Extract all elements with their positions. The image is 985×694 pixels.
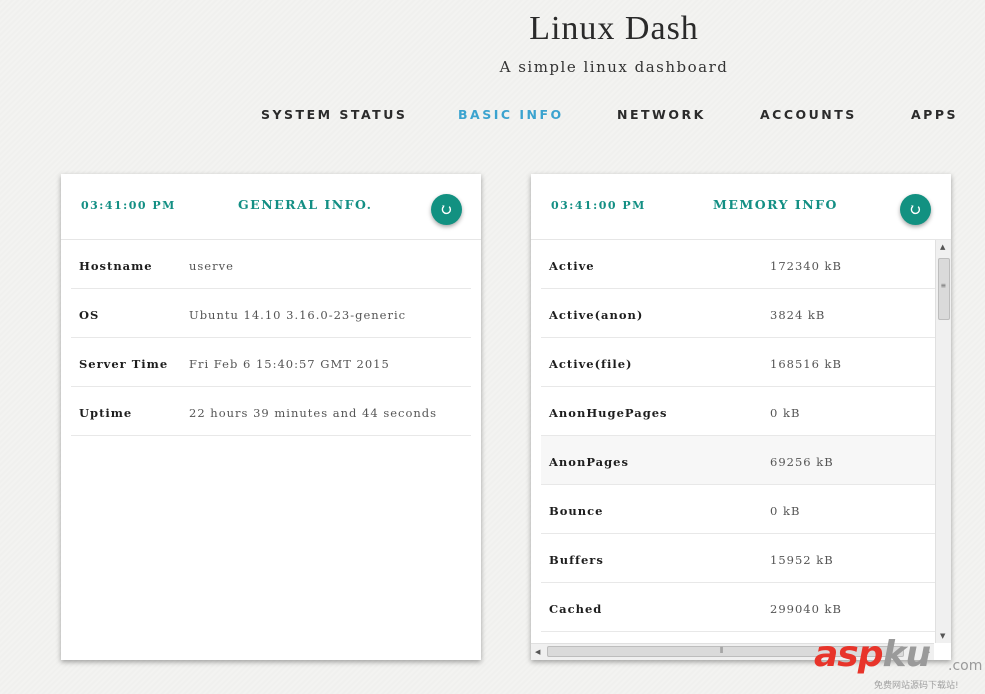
row-value: 299040 kB: [770, 602, 842, 616]
memory-info-time: 03:41:00 PM: [551, 199, 646, 212]
row-key: Buffers: [549, 553, 604, 567]
nav-network[interactable]: NETWORK: [617, 107, 706, 122]
row-key: Bounce: [549, 504, 604, 518]
row-key: Cached: [549, 602, 603, 616]
nav-basic-info[interactable]: BASIC INFO: [458, 107, 564, 122]
row-key: Uptime: [79, 406, 133, 420]
nav-system-status[interactable]: SYSTEM STATUS: [261, 107, 407, 122]
table-row: OS Ubuntu 14.10 3.16.0-23-generic: [71, 289, 471, 338]
row-key: Active(file): [549, 357, 633, 371]
table-row: Server Time Fri Feb 6 15:40:57 GMT 2015: [71, 338, 471, 387]
refresh-icon: [441, 205, 452, 215]
general-info-time: 03:41:00 PM: [81, 199, 176, 212]
row-key: Hostname: [79, 259, 153, 273]
memory-info-header: 03:41:00 PM MEMORY INFO: [531, 174, 951, 240]
table-row: Hostname userve: [71, 240, 471, 289]
refresh-icon: [910, 205, 921, 215]
row-value: 0 kB: [770, 406, 801, 420]
app-title: Linux Dash: [529, 10, 699, 47]
vertical-scrollbar[interactable]: ▲ ≡ ▼: [935, 240, 951, 643]
general-info-title: GENERAL INFO.: [238, 197, 373, 212]
watermark-tld: .com: [948, 658, 983, 674]
row-value: 0 kB: [770, 504, 801, 518]
row-key: OS: [79, 308, 100, 322]
general-info-card: 03:41:00 PM GENERAL INFO. Hostname userv…: [61, 174, 481, 660]
grip-icon: ⦀: [720, 646, 724, 655]
main-nav: SYSTEM STATUS BASIC INFO NETWORK ACCOUNT…: [0, 107, 985, 127]
general-info-table: Hostname userve OS Ubuntu 14.10 3.16.0-2…: [61, 240, 481, 436]
row-value: 172340 kB: [770, 259, 842, 273]
table-row: Buffers 15952 kB: [541, 534, 935, 583]
table-row: AnonPages 69256 kB: [541, 436, 935, 485]
app-subtitle: A simple linux dashboard: [499, 58, 729, 76]
row-value: 3824 kB: [770, 308, 826, 322]
row-value: userve: [189, 259, 234, 273]
row-key: AnonHugePages: [549, 406, 668, 420]
table-row: Uptime 22 hours 39 minutes and 44 second…: [71, 387, 471, 436]
row-value: 15952 kB: [770, 553, 834, 567]
table-row: Active(anon) 3824 kB: [541, 289, 935, 338]
row-key: AnonPages: [549, 455, 629, 469]
table-row: Active(file) 168516 kB: [541, 338, 935, 387]
row-value: 168516 kB: [770, 357, 842, 371]
grip-icon: ≡: [941, 281, 946, 290]
row-key: Server Time: [79, 357, 169, 371]
general-info-header: 03:41:00 PM GENERAL INFO.: [61, 174, 481, 240]
table-row: Cached 299040 kB: [541, 583, 935, 632]
row-value: 22 hours 39 minutes and 44 seconds: [189, 406, 438, 420]
memory-info-card: 03:41:00 PM MEMORY INFO Active 172340 kB…: [531, 174, 951, 660]
watermark-logo: aspku .com 免费网站源码下载站!: [814, 634, 985, 694]
nav-accounts[interactable]: ACCOUNTS: [760, 107, 857, 122]
row-value: 69256 kB: [770, 455, 834, 469]
table-row: AnonHugePages 0 kB: [541, 387, 935, 436]
general-refresh-button[interactable]: [431, 194, 462, 225]
row-value: Ubuntu 14.10 3.16.0-23-generic: [189, 308, 407, 322]
row-value: Fri Feb 6 15:40:57 GMT 2015: [189, 357, 390, 371]
memory-info-table[interactable]: Active 172340 kB Active(anon) 3824 kB Ac…: [541, 240, 935, 643]
table-row: Active 172340 kB: [541, 240, 935, 289]
watermark-tagline: 免费网站源码下载站!: [874, 681, 959, 691]
vertical-scroll-thumb[interactable]: ≡: [938, 258, 950, 320]
scroll-up-arrow-icon[interactable]: ▲: [940, 243, 945, 251]
table-row: Bounce 0 kB: [541, 485, 935, 534]
nav-apps[interactable]: APPS: [911, 107, 958, 122]
scroll-left-arrow-icon[interactable]: ◀: [535, 648, 540, 656]
memory-refresh-button[interactable]: [900, 194, 931, 225]
memory-info-title: MEMORY INFO: [713, 197, 838, 212]
row-key: Active: [549, 259, 595, 273]
row-key: Active(anon): [549, 308, 644, 322]
watermark-brand: aspku: [814, 634, 931, 675]
